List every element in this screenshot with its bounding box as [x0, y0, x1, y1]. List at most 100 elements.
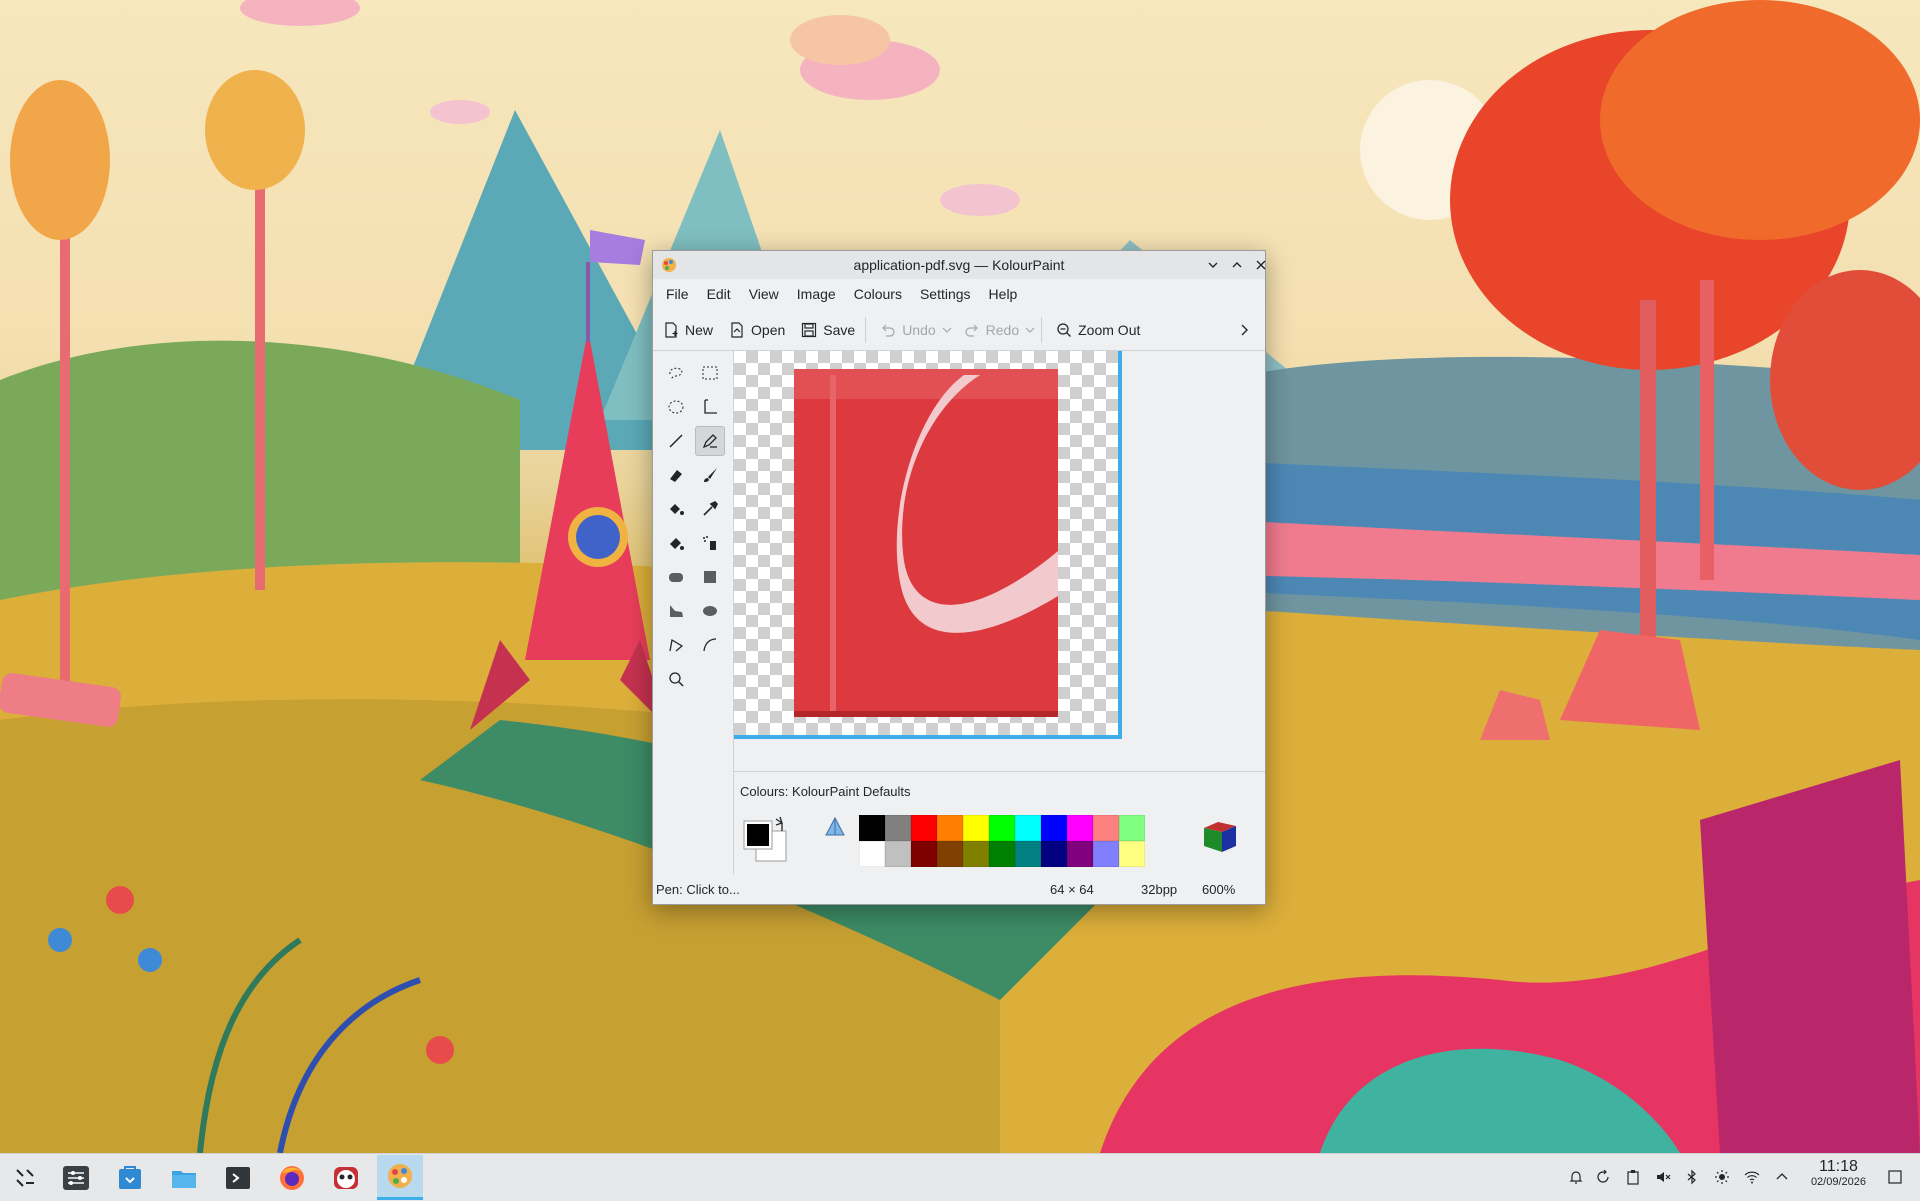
- color-swatch[interactable]: [1067, 841, 1093, 867]
- close-button[interactable]: [1251, 255, 1271, 275]
- color-swatch[interactable]: [911, 841, 937, 867]
- tool-pen[interactable]: [695, 426, 725, 456]
- color-swatch[interactable]: [911, 815, 937, 841]
- tool-color-eraser[interactable]: [661, 528, 691, 558]
- status-message: Pen: Click to...: [656, 882, 740, 897]
- foreground-background-colors[interactable]: [740, 815, 792, 867]
- task-konsole[interactable]: [215, 1155, 261, 1200]
- tool-free-form-selection[interactable]: [661, 358, 691, 388]
- task-system-settings[interactable]: [53, 1155, 99, 1200]
- color-swatch[interactable]: [937, 841, 963, 867]
- zoom-out-button[interactable]: Zoom Out: [1050, 315, 1146, 345]
- tool-rectangular-selection[interactable]: [695, 358, 725, 388]
- save-button[interactable]: Save: [795, 315, 861, 345]
- tool-color-picker[interactable]: [695, 494, 725, 524]
- redo-icon: [965, 324, 978, 337]
- application-launcher-button[interactable]: [2, 1155, 48, 1200]
- menu-file[interactable]: File: [657, 279, 698, 309]
- clock[interactable]: 11:18 02/09/2026: [1811, 1158, 1866, 1188]
- color-swatch[interactable]: [885, 841, 911, 867]
- maximize-button[interactable]: [1227, 255, 1247, 275]
- lasso-icon: [669, 367, 683, 380]
- menu-view[interactable]: View: [740, 279, 788, 309]
- color-swatch[interactable]: [1015, 815, 1041, 841]
- redo-dropdown[interactable]: [1023, 325, 1037, 335]
- task-discover[interactable]: [107, 1155, 153, 1200]
- folder-icon: [172, 1170, 196, 1188]
- tool-curve[interactable]: [695, 630, 725, 660]
- volume-tray-icon[interactable]: [1652, 1166, 1674, 1188]
- tool-flood-fill[interactable]: [661, 494, 691, 524]
- new-button[interactable]: New: [657, 315, 719, 345]
- color-swatch[interactable]: [859, 841, 885, 867]
- minimize-button[interactable]: [1203, 255, 1223, 275]
- color-swatch[interactable]: [937, 815, 963, 841]
- brush-icon: [704, 468, 717, 482]
- menu-image[interactable]: Image: [788, 279, 845, 309]
- color-swatch[interactable]: [1093, 815, 1119, 841]
- polyline-icon: [669, 638, 684, 652]
- color-swatch[interactable]: [1041, 815, 1067, 841]
- menu-help[interactable]: Help: [980, 279, 1027, 309]
- color-swatch[interactable]: [1015, 841, 1041, 867]
- tool-connected-lines[interactable]: [661, 630, 691, 660]
- color-swatch[interactable]: [963, 841, 989, 867]
- task-firefox[interactable]: [269, 1155, 315, 1200]
- chevron-down-icon: [942, 327, 952, 333]
- notifications-tray-icon[interactable]: [1565, 1166, 1587, 1188]
- network-tray-icon[interactable]: [1741, 1166, 1763, 1188]
- canvas-scroll-area[interactable]: [734, 351, 1265, 771]
- tool-polygon[interactable]: [661, 596, 691, 626]
- open-button[interactable]: Open: [723, 315, 791, 345]
- main-toolbar: New Open Save Undo Redo Zoom Out: [653, 310, 1265, 351]
- save-icon: [802, 322, 817, 338]
- color-swatch[interactable]: [989, 815, 1015, 841]
- color-swatch[interactable]: [1119, 815, 1145, 841]
- menu-colours[interactable]: Colours: [845, 279, 911, 309]
- tool-eraser[interactable]: [661, 460, 691, 490]
- tool-rounded-rectangle[interactable]: [661, 562, 691, 592]
- task-ksysguard[interactable]: [323, 1155, 369, 1200]
- tool-zoom[interactable]: [661, 664, 691, 694]
- color-swatch[interactable]: [859, 815, 885, 841]
- tool-text[interactable]: [695, 392, 725, 422]
- window-titlebar[interactable]: application-pdf.svg — KolourPaint: [653, 251, 1266, 279]
- firefox-icon: [280, 1165, 304, 1190]
- color-swatch[interactable]: [989, 841, 1015, 867]
- menu-edit[interactable]: Edit: [698, 279, 740, 309]
- color-swatch[interactable]: [1067, 815, 1093, 841]
- color-cube-icon[interactable]: [1198, 814, 1242, 861]
- task-kolourpaint[interactable]: [377, 1155, 423, 1200]
- tool-spraycan[interactable]: [695, 528, 725, 558]
- color-swatch[interactable]: [1119, 841, 1145, 867]
- menu-settings[interactable]: Settings: [911, 279, 980, 309]
- eyedropper-icon: [703, 501, 718, 516]
- image-canvas[interactable]: [734, 351, 1122, 739]
- updates-tray-icon[interactable]: [1592, 1166, 1614, 1188]
- color-swatch[interactable]: [1093, 841, 1119, 867]
- toolbar-overflow-button[interactable]: [1233, 315, 1261, 345]
- tool-rectangle[interactable]: [695, 562, 725, 592]
- undo-dropdown[interactable]: [940, 325, 954, 335]
- tool-ellipse[interactable]: [695, 596, 725, 626]
- brightness-tray-icon[interactable]: [1711, 1166, 1733, 1188]
- clipboard-tray-icon[interactable]: [1622, 1166, 1644, 1188]
- swap-colors-icon[interactable]: [822, 815, 848, 844]
- tool-elliptical-selection[interactable]: [661, 392, 691, 422]
- color-swatch[interactable]: [885, 815, 911, 841]
- polygon-icon: [670, 605, 683, 617]
- system-settings-icon: [63, 1165, 89, 1190]
- chevron-down-icon: [1208, 262, 1218, 268]
- tool-brush[interactable]: [695, 460, 725, 490]
- bluetooth-tray-icon[interactable]: [1681, 1166, 1703, 1188]
- undo-button[interactable]: Undo: [874, 315, 941, 345]
- window-title: application-pdf.svg — KolourPaint: [853, 257, 1065, 273]
- task-dolphin[interactable]: [161, 1155, 207, 1200]
- color-swatch[interactable]: [963, 815, 989, 841]
- color-swatch[interactable]: [1041, 841, 1067, 867]
- redo-button[interactable]: Redo: [958, 315, 1025, 345]
- tray-expand-icon[interactable]: [1771, 1166, 1793, 1188]
- save-label: Save: [823, 322, 856, 338]
- show-desktop-icon[interactable]: [1884, 1166, 1906, 1188]
- tool-line[interactable]: [661, 426, 691, 456]
